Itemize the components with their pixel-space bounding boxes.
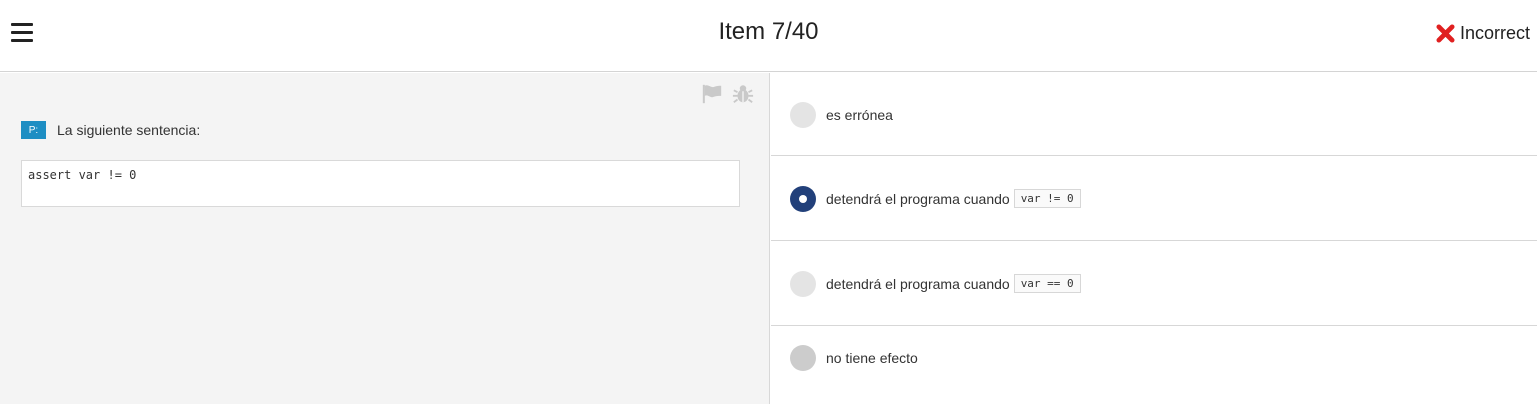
option-2[interactable]: detendrá el programa cuando var != 0 bbox=[771, 156, 1537, 241]
status-label: Incorrect bbox=[1459, 22, 1530, 43]
option-text: detendrá el programa cuando bbox=[826, 275, 1010, 292]
top-bar: Item 7/40 Incorrect bbox=[0, 0, 1537, 72]
option-3[interactable]: detendrá el programa cuando var == 0 bbox=[771, 241, 1537, 326]
question-panel: P: La siguiente sentencia: assert var !=… bbox=[0, 73, 770, 404]
bug-icon[interactable] bbox=[732, 83, 754, 105]
option-text: es errónea bbox=[826, 106, 893, 123]
option-code: var == 0 bbox=[1013, 274, 1081, 293]
option-text: detendrá el programa cuando bbox=[826, 190, 1010, 207]
answer-options: es errónea detendrá el programa cuando v… bbox=[771, 73, 1537, 404]
page-title: Item 7/40 bbox=[718, 18, 819, 45]
code-block: assert var != 0 bbox=[21, 160, 740, 207]
radio-button[interactable] bbox=[790, 270, 816, 297]
question-badge: P: bbox=[21, 121, 46, 139]
option-4[interactable]: no tiene efecto bbox=[771, 326, 1537, 390]
result-status: Incorrect bbox=[1436, 21, 1530, 45]
option-text: no tiene efecto bbox=[826, 350, 918, 366]
option-code: var != 0 bbox=[1013, 189, 1081, 208]
radio-button-selected[interactable] bbox=[790, 185, 816, 212]
radio-button[interactable] bbox=[790, 101, 816, 128]
question-tools bbox=[701, 83, 754, 105]
flag-icon[interactable] bbox=[701, 83, 723, 105]
option-1[interactable]: es errónea bbox=[771, 73, 1537, 156]
close-x-icon bbox=[1436, 23, 1455, 43]
question-text: La siguiente sentencia: bbox=[57, 122, 201, 138]
radio-button[interactable] bbox=[790, 345, 816, 371]
question-prompt: P: La siguiente sentencia: bbox=[21, 121, 200, 139]
